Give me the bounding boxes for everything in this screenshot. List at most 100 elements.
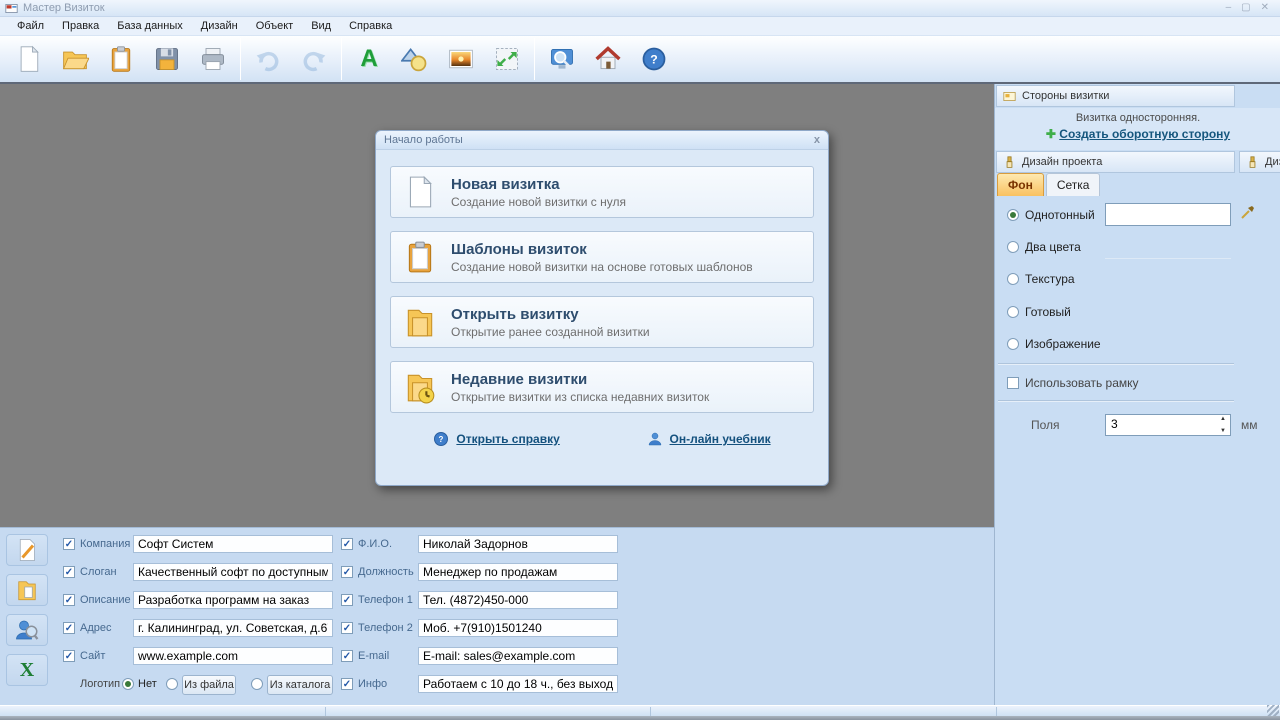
status-bar <box>0 705 1280 716</box>
menu-object[interactable]: Объект <box>247 18 302 34</box>
home-button[interactable] <box>585 39 631 79</box>
online-tutorial-label[interactable]: Он-лайн учебник <box>670 432 771 446</box>
two-colors-option[interactable]: Два цвета <box>1007 240 1081 254</box>
name-checkbox[interactable]: ✓ <box>341 538 353 550</box>
templates-icon <box>403 240 437 274</box>
email-checkbox[interactable]: ✓ <box>341 650 353 662</box>
undo-button[interactable] <box>245 39 291 79</box>
person-icon <box>647 431 663 447</box>
email-label: E-mail <box>358 650 389 662</box>
dialog-close-icon[interactable]: x <box>814 134 820 146</box>
text-tool-icon: A <box>360 45 377 73</box>
start-dialog-titlebar[interactable]: Начало работы x <box>376 131 828 150</box>
card-sides-header[interactable]: Стороны визитки <box>996 85 1235 107</box>
radio-icon[interactable] <box>1007 338 1019 350</box>
add-shape-button[interactable] <box>392 39 438 79</box>
menu-file[interactable]: Файл <box>8 18 53 34</box>
help-button[interactable]: ? <box>631 39 677 79</box>
shapes-icon <box>401 45 429 73</box>
home-icon <box>594 45 622 73</box>
window-title: Мастер Визиток <box>23 2 105 14</box>
position-input[interactable] <box>418 563 618 581</box>
preview-button[interactable] <box>539 39 585 79</box>
tab-background[interactable]: Фон <box>997 173 1044 196</box>
radio-icon[interactable] <box>1007 209 1019 221</box>
image-option-label: Изображение <box>1025 337 1101 351</box>
radio-icon[interactable] <box>1007 273 1019 285</box>
image-option[interactable]: Изображение <box>1007 337 1101 351</box>
open-help-label[interactable]: Открыть справку <box>456 432 559 446</box>
add-text-button[interactable]: A <box>346 39 392 79</box>
eyedropper-icon[interactable] <box>1239 205 1255 221</box>
info-input[interactable] <box>418 675 618 693</box>
name-row: ✓ Ф.И.О. <box>0 535 700 553</box>
save-icon <box>153 45 181 73</box>
new-card-option[interactable]: Новая визитка Создание новой визитки с н… <box>390 166 814 218</box>
radio-icon[interactable] <box>1007 306 1019 318</box>
open-button[interactable] <box>52 39 98 79</box>
option-subtitle: Создание новой визитки с нуля <box>451 195 626 209</box>
position-checkbox[interactable]: ✓ <box>341 566 353 578</box>
second-swatch-placeholder <box>1105 258 1231 259</box>
use-frame-option[interactable]: Использовать рамку <box>1007 376 1139 390</box>
solid-color-option[interactable]: Однотонный <box>1007 208 1095 222</box>
templates-button[interactable] <box>98 39 144 79</box>
email-input[interactable] <box>418 647 618 665</box>
background-button[interactable] <box>484 39 530 79</box>
app-icon <box>5 2 18 15</box>
phone2-row: ✓ Телефон 2 <box>0 619 700 637</box>
open-help-link[interactable]: ? Открыть справку <box>433 431 559 447</box>
open-folder-icon <box>61 45 89 73</box>
add-image-button[interactable] <box>438 39 484 79</box>
statusbar-separator <box>650 707 651 716</box>
blank-card-icon <box>403 175 437 209</box>
spin-down-icon[interactable]: ▼ <box>1220 428 1226 434</box>
phone2-input[interactable] <box>418 619 618 637</box>
online-tutorial-link[interactable]: Он-лайн учебник <box>647 431 771 447</box>
card-sides-body: Визитка односторонняя. ✚ Создать оборотн… <box>995 108 1280 150</box>
texture-label: Текстура <box>1025 272 1075 286</box>
tab-grid[interactable]: Сетка <box>1046 173 1101 196</box>
background-icon <box>493 45 521 73</box>
close-icon[interactable]: ✕ <box>1261 1 1269 15</box>
menu-design[interactable]: Дизайн <box>192 18 247 34</box>
use-frame-label: Использовать рамку <box>1025 376 1139 390</box>
templates-icon <box>107 45 135 73</box>
clipped-design-header[interactable]: Диза <box>1239 151 1280 173</box>
margins-input[interactable]: 3 <box>1105 414 1231 436</box>
radio-icon[interactable] <box>1007 241 1019 253</box>
open-folder-icon <box>403 305 437 339</box>
phone2-checkbox[interactable]: ✓ <box>341 622 353 634</box>
name-input[interactable] <box>418 535 618 553</box>
phone1-label: Телефон 1 <box>358 594 413 606</box>
checkbox-icon[interactable] <box>1007 377 1019 389</box>
card-icon <box>1003 90 1016 103</box>
menu-help[interactable]: Справка <box>340 18 401 34</box>
maximize-icon[interactable]: ▢ <box>1241 1 1250 15</box>
menu-view[interactable]: Вид <box>302 18 340 34</box>
spin-up-icon[interactable]: ▲ <box>1220 416 1226 422</box>
clipped-design-title: Диза <box>1265 156 1280 168</box>
texture-option[interactable]: Текстура <box>1007 272 1075 286</box>
phone1-input[interactable] <box>418 591 618 609</box>
preset-option[interactable]: Готовый <box>1007 305 1071 319</box>
card-data-panel: X ✓ Компания ✓ Слоган ✓ Описание ✓ Адрес… <box>0 527 994 705</box>
create-back-side-link[interactable]: Создать оборотную сторону <box>1059 127 1230 141</box>
open-card-option[interactable]: Открыть визитку Открытие ранее созданной… <box>390 296 814 348</box>
phone1-checkbox[interactable]: ✓ <box>341 594 353 606</box>
preset-label: Готовый <box>1025 305 1071 319</box>
new-button[interactable] <box>6 39 52 79</box>
recent-cards-option[interactable]: Недавние визитки Открытие визитки из спи… <box>390 361 814 413</box>
menu-database[interactable]: База данных <box>108 18 192 34</box>
save-button[interactable] <box>144 39 190 79</box>
minimize-icon[interactable]: – <box>1226 1 1232 15</box>
templates-option[interactable]: Шаблоны визиток Создание новой визитки н… <box>390 231 814 283</box>
menu-edit[interactable]: Правка <box>53 18 108 34</box>
project-design-header[interactable]: Дизайн проекта <box>996 151 1235 173</box>
info-checkbox[interactable]: ✓ <box>341 678 353 690</box>
print-button[interactable] <box>190 39 236 79</box>
margins-stepper[interactable]: ▲ ▼ <box>1217 416 1229 434</box>
color-swatch[interactable] <box>1105 203 1231 226</box>
redo-button[interactable] <box>291 39 337 79</box>
info-label: Инфо <box>358 678 387 690</box>
